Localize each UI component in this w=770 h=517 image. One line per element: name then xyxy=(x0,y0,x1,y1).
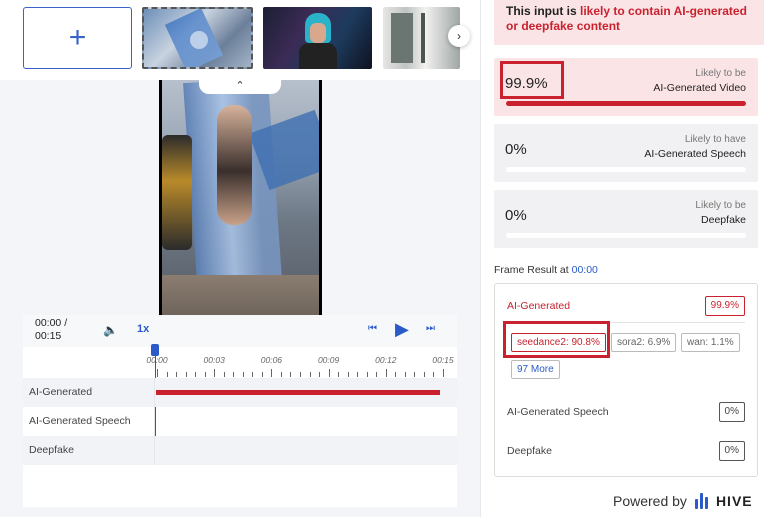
tick-label: 00:12 xyxy=(375,355,397,365)
tick-mark xyxy=(376,372,378,377)
tick-mark xyxy=(223,372,225,377)
result-percent: 0% xyxy=(505,207,527,224)
tick-mark xyxy=(319,372,321,377)
tick-label: 00:06 xyxy=(260,355,283,365)
tick-mark xyxy=(338,372,340,377)
tick-mark xyxy=(176,372,178,377)
track-row-ai-speech: AI-Generated Speech xyxy=(23,407,457,436)
tick-mark xyxy=(252,372,254,377)
result-card-deepfake: 0% Likely to be Deepfake xyxy=(494,190,758,248)
highlight-box xyxy=(503,321,610,358)
play-icon[interactable]: ▶ xyxy=(395,319,409,340)
tick-label: 00:09 xyxy=(317,355,340,365)
tick-mark xyxy=(433,372,435,377)
tick-label: 00:03 xyxy=(203,355,225,365)
thumbnails-next-button[interactable]: › xyxy=(448,25,470,47)
playback-speed-button[interactable]: 1x xyxy=(137,323,149,335)
tick-mark xyxy=(233,372,235,377)
tick-mark xyxy=(157,369,158,377)
add-media-button[interactable]: + xyxy=(23,7,132,69)
player-controls: 00:00 / 00:15 🔈 1x ⏮ ▶ ⏭ xyxy=(23,315,457,347)
tick-mark xyxy=(261,372,263,377)
tick-label: 00:15 xyxy=(432,355,454,365)
tick-mark xyxy=(271,369,273,377)
frame-deepfake-label: Deepfake xyxy=(507,445,552,457)
frame-deepfake-value: 0% xyxy=(718,441,745,461)
time-readout: 00:00 / 00:15 xyxy=(35,317,68,342)
tick-mark xyxy=(290,372,292,377)
hive-logo-icon xyxy=(694,493,710,509)
results-pane: This input is likely to contain AI-gener… xyxy=(480,0,770,517)
tick-mark xyxy=(328,369,330,377)
tick-mark xyxy=(214,369,216,377)
video-preview[interactable] xyxy=(159,80,322,315)
track-bar[interactable] xyxy=(156,390,440,395)
tick-mark xyxy=(366,372,368,377)
verdict-banner: This input is likely to contain AI-gener… xyxy=(494,0,764,45)
result-percent: 0% xyxy=(505,141,527,158)
play-icon xyxy=(190,31,208,49)
tick-mark xyxy=(280,372,282,377)
tick-mark xyxy=(357,372,359,377)
left-pane: + › ⌃ 00:00 / 00:15 🔈 1x ⏮ ▶ ⏭ 00:00 00:… xyxy=(0,0,480,517)
tick-mark xyxy=(404,372,406,377)
timeline-panel: 00:00 / 00:15 🔈 1x ⏮ ▶ ⏭ 00:00 00:03 00:06… xyxy=(23,315,457,507)
track-row-ai-generated: AI-Generated xyxy=(23,378,457,407)
confidence-bar xyxy=(506,233,746,238)
highlight-box xyxy=(500,61,564,99)
frame-result-card: AI-Generated 99.9% seedance2: 90.8% sora… xyxy=(494,283,758,477)
more-models-button[interactable]: 97 More xyxy=(511,360,560,379)
frame-ai-label: AI-Generated xyxy=(507,300,571,312)
next-frame-icon[interactable]: ⏭ xyxy=(426,323,435,334)
tick-label: 00:00 xyxy=(146,355,168,365)
confidence-bar xyxy=(506,101,746,106)
previous-frame-icon[interactable]: ⏮ xyxy=(368,323,377,334)
tick-mark xyxy=(347,372,349,377)
frame-speech-value: 0% xyxy=(718,402,745,422)
track-row-deepfake: Deepfake xyxy=(23,436,457,465)
chevron-up-icon: ⌃ xyxy=(235,79,245,92)
tick-mark xyxy=(185,372,187,377)
frame-result-title: Frame Result at 00:00 xyxy=(494,264,598,276)
tick-mark xyxy=(166,372,168,377)
thumbnail-cyber-woman[interactable] xyxy=(263,7,372,69)
collapse-thumbnails-button[interactable]: ⌃ xyxy=(199,76,281,94)
tick-mark xyxy=(195,372,197,377)
tick-mark xyxy=(414,372,416,377)
thumbnail-strip: + › xyxy=(0,0,480,80)
tick-mark xyxy=(204,372,206,377)
powered-by-footer: Powered by HIVE xyxy=(613,493,753,509)
volume-icon[interactable]: 🔈 xyxy=(103,323,118,337)
frame-ai-value: 99.9% xyxy=(704,296,745,316)
model-chip[interactable]: wan: 1.1% xyxy=(681,333,740,352)
tick-mark xyxy=(309,372,311,377)
tick-mark xyxy=(443,369,444,377)
result-card-ai-speech: 0% Likely to have AI-Generated Speech xyxy=(494,124,758,182)
tick-mark xyxy=(385,369,387,377)
thumbnail-firefighter-slide[interactable] xyxy=(142,7,253,69)
confidence-bar xyxy=(506,167,746,172)
frame-speech-label: AI-Generated Speech xyxy=(507,406,609,418)
chevron-right-icon: › xyxy=(457,29,461,43)
tick-mark xyxy=(395,372,397,377)
plus-icon: + xyxy=(68,21,87,54)
tick-mark xyxy=(423,372,425,377)
tick-mark xyxy=(300,372,301,377)
model-chip[interactable]: sora2: 6.9% xyxy=(611,333,677,352)
timeline-ruler[interactable]: 00:00 00:03 00:06 00:09 00:12 00:15 xyxy=(146,347,457,379)
tick-mark xyxy=(242,372,244,377)
